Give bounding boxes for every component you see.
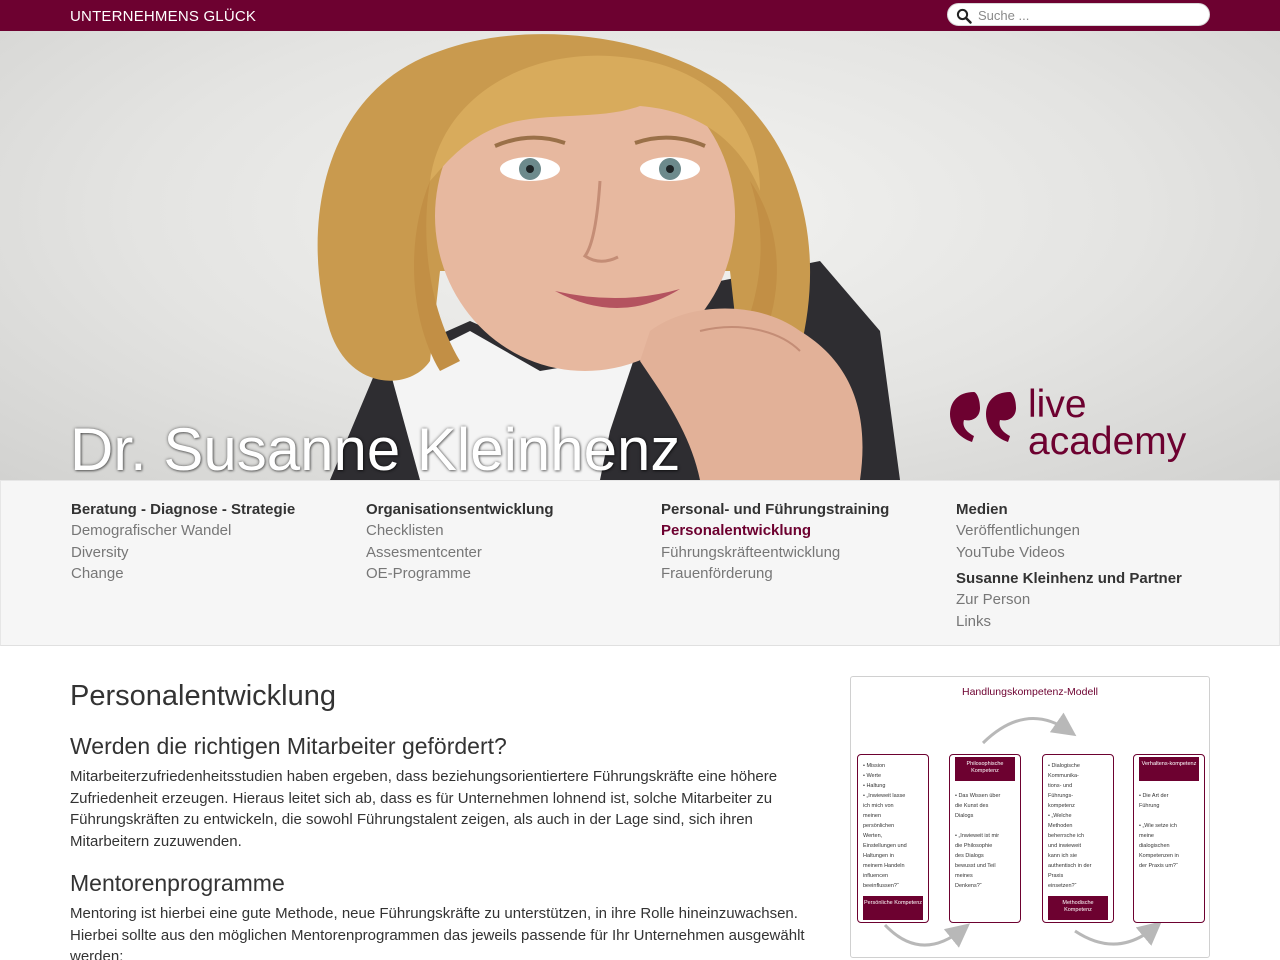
section-text-foerderung: Mitarbeiterzufriedenheitsstudien haben e… [70, 768, 778, 851]
diagram-box-caption: Philosophische Kompetenz [955, 757, 1015, 781]
site-brand-link[interactable]: UNTERNEHMENS GLÜCK [70, 8, 256, 25]
hero-person-name: Dr. Susanne Kleinhenz [70, 416, 681, 480]
nav-item-oe-programme[interactable]: OE-Programme [366, 563, 656, 585]
nav-item-frauenfoerderung[interactable]: Frauenförderung [661, 563, 951, 585]
nav-item-assesmentcenter[interactable]: Assesmentcenter [366, 542, 656, 564]
diagram-box-methodisch: • Dialogische Kommunika- tions- und Führ… [1042, 754, 1114, 923]
logo-wordmark: live academy [1028, 383, 1187, 463]
section-text-mentorenprogramme: Mentoring ist hierbei eine gute Methode,… [70, 904, 805, 960]
logo-line-academy: academy [1028, 420, 1187, 463]
nav-heading-beratung[interactable]: Beratung - Diagnose - Strategie [71, 499, 361, 520]
nav-heading-organisationsentwicklung[interactable]: Organisationsentwicklung [366, 499, 656, 520]
diagram-box-text: • Die Art der Führung • „Wie setze ich m… [1139, 793, 1179, 869]
nav-heading-medien[interactable]: Medien [956, 499, 1246, 520]
quote-marks-icon [950, 392, 1016, 442]
nav-heading-fuehrungstraining[interactable]: Personal- und Führungstraining [661, 499, 951, 520]
nav-column-organisationsentwicklung: Organisationsentwicklung Checklisten Ass… [366, 499, 656, 585]
nav-column-fuehrungstraining: Personal- und Führungstraining Personale… [661, 499, 951, 585]
handlungskompetenz-diagram[interactable]: Handlungskompetenz-Modell • Mission • We… [850, 676, 1210, 958]
nav-item-veroeffentlichungen[interactable]: Veröffentlichungen [956, 520, 1246, 542]
nav-item-fuehrungskraefteentwicklung[interactable]: Führungskräfteentwicklung [661, 542, 951, 564]
hero-banner: Dr. Susanne Kleinhenz live academy [0, 31, 1280, 480]
nav-item-links[interactable]: Links [956, 611, 1246, 633]
nav-item-personalentwicklung[interactable]: Personalentwicklung [661, 520, 951, 542]
nav-column-beratung: Beratung - Diagnose - Strategie Demograf… [71, 499, 361, 585]
nav-item-youtube-videos[interactable]: YouTube Videos [956, 542, 1246, 564]
diagram-box-text: • Das Wissen über die Kunst des Dialogs … [955, 793, 1001, 889]
page-title: Personalentwicklung [70, 680, 336, 712]
mega-menu: Beratung - Diagnose - Strategie Demograf… [0, 480, 1280, 646]
nav-item-change[interactable]: Change [71, 563, 361, 585]
section-heading-foerderung: Werden die richtigen Mitarbeiter geförde… [70, 733, 507, 759]
search-input[interactable] [978, 6, 1198, 24]
diagram-box-persoenlich: • Mission • Werte • Haltung • „Inwieweit… [857, 754, 929, 923]
search-icon [956, 8, 972, 24]
diagram-box-text: • Dialogische Kommunika- tions- und Führ… [1048, 763, 1092, 889]
search-box[interactable] [947, 3, 1210, 26]
diagram-box-philosophisch: Philosophische Kompetenz • Das Wissen üb… [949, 754, 1021, 923]
logo-line-live: live [1028, 383, 1087, 426]
nav-item-zur-person[interactable]: Zur Person [956, 589, 1246, 611]
section-heading-mentorenprogramme: Mentorenprogramme [70, 869, 285, 896]
nav-item-checklisten[interactable]: Checklisten [366, 520, 656, 542]
nav-item-diversity[interactable]: Diversity [71, 542, 361, 564]
diagram-box-caption: Methodische Kompetenz [1048, 896, 1108, 920]
live-academy-logo[interactable]: live academy [948, 383, 1213, 471]
nav-column-medien: Medien Veröffentlichungen YouTube Videos… [956, 499, 1246, 632]
nav-item-demografischer-wandel[interactable]: Demografischer Wandel [71, 520, 361, 542]
diagram-box-caption: Persönliche Kompetenz [863, 896, 923, 920]
nav-heading-partner[interactable]: Susanne Kleinhenz und Partner [956, 568, 1246, 589]
diagram-box-text: • Mission • Werte • Haltung • „Inwieweit… [863, 763, 907, 889]
diagram-box-caption: Verhaltens-kompetenz [1139, 757, 1199, 781]
main-content: Personalentwicklung Werden die richtigen… [70, 678, 820, 960]
diagram-box-verhalten: Verhaltens-kompetenz • Die Art der Führu… [1133, 754, 1205, 923]
top-bar: UNTERNEHMENS GLÜCK [0, 0, 1280, 31]
